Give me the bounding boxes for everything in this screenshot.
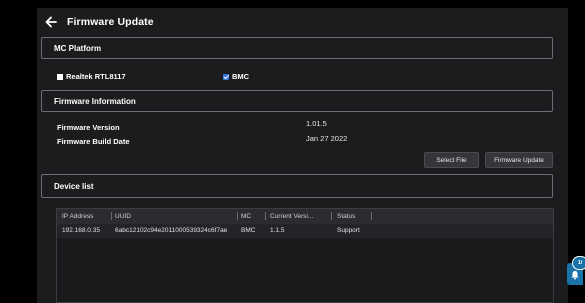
cell-ip-address: 192.168.0.35 [62, 227, 100, 234]
column-status[interactable]: Status [337, 213, 355, 220]
firmware-build-date-label: Firmware Build Date [57, 137, 130, 146]
column-mc[interactable]: MC [241, 213, 251, 220]
device-list-section-header: Device list [41, 174, 553, 198]
bell-icon[interactable] [570, 270, 580, 280]
cell-current-version: 1.1.5 [270, 227, 285, 234]
device-table: IP Address UUID MC Current Versi... Stat… [56, 208, 554, 303]
column-current-version[interactable]: Current Versi... [270, 213, 313, 220]
firmware-version-label: Firmware Version [57, 123, 120, 132]
firmware-build-date-value: Jan 27 2022 [306, 134, 348, 143]
checkbox-realtek-label: Realtek RTL8117 [66, 72, 126, 81]
notification-count-badge[interactable]: 1/ [572, 256, 585, 270]
column-divider[interactable] [265, 212, 266, 220]
checkbox-bmc-label: BMC [232, 72, 250, 81]
cell-uuid: 6abc12102c94e2011000539324c6f7ae [115, 227, 228, 234]
checkbox-realtek[interactable]: Realtek RTL8117 [57, 72, 126, 81]
checkbox-bmc[interactable]: BMC [223, 72, 249, 81]
cell-mc: BMC [241, 227, 256, 234]
page-title: Firmware Update [67, 16, 154, 28]
firmware-update-page: Firmware Update MC Platform Realtek RTL8… [37, 8, 568, 303]
firmware-version-value: 1.01.5 [306, 119, 327, 128]
mc-platform-section-header: MC Platform [41, 37, 553, 59]
checkbox-checked-icon[interactable] [223, 73, 229, 80]
column-divider[interactable] [331, 212, 332, 220]
table-row[interactable]: 192.168.0.35 6abc12102c94e2011000539324c… [57, 224, 553, 238]
column-uuid[interactable]: UUID [115, 213, 131, 220]
table-header: IP Address UUID MC Current Versi... Stat… [57, 209, 553, 224]
firmware-information-section-header: Firmware Information [41, 90, 553, 112]
firmware-update-button[interactable]: Firmware Update [485, 152, 553, 168]
column-ip-address[interactable]: IP Address [62, 213, 93, 220]
column-divider[interactable] [237, 212, 238, 220]
column-divider[interactable] [111, 212, 112, 220]
cell-status: Support [337, 227, 360, 234]
column-divider[interactable] [371, 212, 372, 220]
select-file-button[interactable]: Select File [424, 152, 479, 168]
checkbox-unchecked-icon[interactable] [57, 73, 63, 80]
page-header: Firmware Update [45, 16, 154, 28]
arrow-left-icon[interactable] [45, 16, 57, 28]
